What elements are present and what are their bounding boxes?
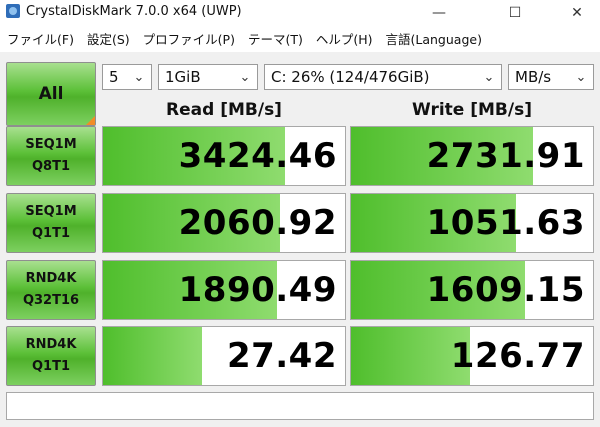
size-select[interactable]: 1GiB ⌄ [158, 64, 258, 90]
read-result-cell: 27.42 [102, 326, 346, 386]
read-result-cell: 1890.49 [102, 260, 346, 320]
menu-bar: ファイル(F) 設定(S) プロファイル(P) テーマ(T) ヘルプ(H) 言語… [0, 26, 600, 50]
test-button-rnd4k-q32t16[interactable]: RND4K Q32T16 [6, 260, 96, 320]
chevron-down-icon: ⌄ [575, 69, 587, 85]
write-score-value: 126.77 [450, 336, 585, 376]
all-button-label: All [38, 84, 64, 104]
write-result-cell: 2731.91 [350, 126, 594, 186]
menu-settings[interactable]: 設定(S) [87, 29, 130, 48]
app-icon [6, 4, 20, 18]
unit-select[interactable]: MB/s ⌄ [508, 64, 594, 90]
minimize-button[interactable]: — [416, 0, 462, 26]
all-button[interactable]: All [6, 62, 96, 126]
test-label-line1: SEQ1M [25, 204, 77, 219]
unit-value: MB/s [515, 68, 552, 86]
test-label-line2: Q1T1 [31, 359, 70, 374]
close-button[interactable]: ✕ [554, 0, 600, 26]
menu-language[interactable]: 言語(Language) [386, 29, 482, 48]
size-value: 1GiB [165, 68, 201, 86]
comment-field[interactable] [6, 392, 594, 420]
main-panel: All 5 ⌄ 1GiB ⌄ C: 26% (124/476GiB) ⌄ MB/… [0, 52, 600, 427]
write-result-cell: 126.77 [350, 326, 594, 386]
window-title: CrystalDiskMark 7.0.0 x64 (UWP) [26, 4, 242, 19]
test-label-line2: Q1T1 [31, 226, 70, 241]
test-label-line1: SEQ1M [25, 137, 77, 152]
chevron-down-icon: ⌄ [133, 69, 145, 85]
corner-marker [86, 116, 95, 125]
menu-profile[interactable]: プロファイル(P) [143, 29, 235, 48]
chevron-down-icon: ⌄ [483, 69, 495, 85]
title-bar: CrystalDiskMark 7.0.0 x64 (UWP) — ☐ ✕ [0, 0, 600, 26]
test-label-line2: Q8T1 [31, 159, 70, 174]
write-result-cell: 1609.15 [350, 260, 594, 320]
read-score-bar [103, 327, 203, 385]
write-score-value: 1609.15 [426, 270, 585, 310]
menu-theme[interactable]: テーマ(T) [248, 29, 303, 48]
test-label-line1: RND4K [25, 337, 77, 352]
write-header: Write [MB/s] [412, 100, 532, 120]
read-header: Read [MB/s] [166, 100, 282, 120]
read-result-cell: 3424.46 [102, 126, 346, 186]
test-button-seq1m-q8t1[interactable]: SEQ1M Q8T1 [6, 126, 96, 186]
maximize-button[interactable]: ☐ [492, 0, 538, 26]
write-score-value: 1051.63 [426, 203, 585, 243]
menu-help[interactable]: ヘルプ(H) [316, 29, 373, 48]
read-score-value: 2060.92 [178, 203, 337, 243]
test-button-seq1m-q1t1[interactable]: SEQ1M Q1T1 [6, 193, 96, 253]
count-select[interactable]: 5 ⌄ [102, 64, 152, 90]
read-score-value: 1890.49 [178, 270, 337, 310]
read-score-value: 27.42 [226, 336, 337, 376]
drive-select[interactable]: C: 26% (124/476GiB) ⌄ [264, 64, 502, 90]
read-result-cell: 2060.92 [102, 193, 346, 253]
test-label-line2: Q32T16 [22, 293, 80, 308]
drive-value: C: 26% (124/476GiB) [271, 68, 430, 86]
read-score-value: 3424.46 [178, 136, 337, 176]
write-result-cell: 1051.63 [350, 193, 594, 253]
test-button-rnd4k-q1t1[interactable]: RND4K Q1T1 [6, 326, 96, 386]
test-label-line1: RND4K [25, 271, 77, 286]
write-score-value: 2731.91 [426, 136, 585, 176]
chevron-down-icon: ⌄ [239, 69, 251, 85]
count-value: 5 [109, 68, 119, 86]
menu-file[interactable]: ファイル(F) [7, 29, 74, 48]
